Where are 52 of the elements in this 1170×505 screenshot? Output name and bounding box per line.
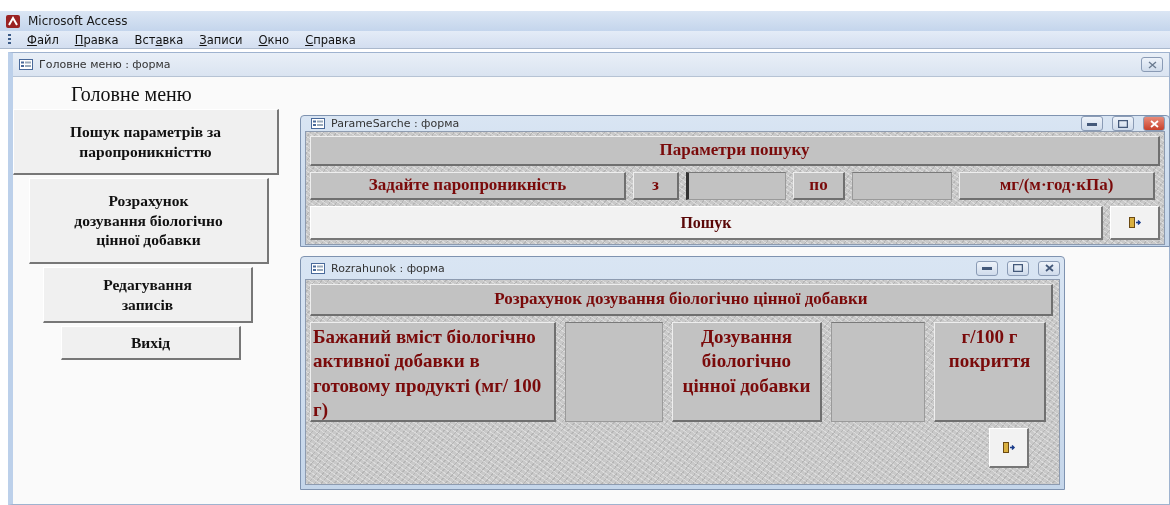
field-label: мг/(м·год·кПа) <box>959 172 1155 200</box>
window-title: ParameSarche : форма <box>331 117 461 130</box>
field-label: по <box>793 172 845 200</box>
maximize-icon <box>1013 264 1023 272</box>
input-field[interactable] <box>565 322 663 422</box>
close-icon <box>1149 119 1159 128</box>
close-icon <box>1147 60 1157 69</box>
input-field[interactable] <box>831 322 925 422</box>
exit-door-icon <box>1127 216 1142 229</box>
menu-button[interactable]: Пошук параметрів за паропроникністтю <box>13 109 279 175</box>
field-label: г/100 г покриття <box>934 322 1046 422</box>
menu-button[interactable]: Редагування записів <box>43 267 253 323</box>
toolbar-grip-icon <box>8 33 11 46</box>
close-button[interactable] <box>1143 116 1165 131</box>
window-title: Головне меню : форма <box>39 58 172 71</box>
close-icon <box>1044 264 1054 272</box>
menu-heading: Головне меню <box>71 83 192 106</box>
menu-button[interactable]: Вихід <box>61 326 241 360</box>
menu-item[interactable]: Правка <box>66 32 127 47</box>
menu-button[interactable]: Розрахунок дозування біологічно цінної добавки <box>29 178 269 264</box>
app-title: Microsoft Access <box>28 14 128 28</box>
maximize-button[interactable] <box>1007 260 1029 276</box>
menu-item[interactable]: Окно <box>250 32 298 47</box>
menu-item[interactable]: Файл <box>19 32 67 47</box>
form-icon <box>311 262 325 274</box>
minimize-button[interactable] <box>976 260 998 276</box>
window-title: Rozrahunok : форма <box>331 261 446 275</box>
field-label: з <box>633 172 679 200</box>
form-icon <box>311 118 325 129</box>
menu-item[interactable]: Справка <box>297 32 364 47</box>
field-label: Бажаний вміст біологічно активної добавки в готовому продукті (мг/ 100 г) <box>310 322 556 422</box>
field-label: Задайте паропроникність <box>310 172 626 200</box>
close-button[interactable] <box>1141 57 1163 72</box>
search-button[interactable]: Пошук <box>310 206 1103 240</box>
close-button[interactable] <box>1038 260 1060 276</box>
form-heading: Розрахунок дозування біологічно цінної добавки <box>310 284 1053 316</box>
field-label: Дозування біологічно цінної добавки <box>672 322 822 422</box>
exit-button[interactable] <box>989 428 1029 468</box>
input-field[interactable] <box>686 172 786 200</box>
app-logo-icon <box>6 14 20 28</box>
exit-door-icon <box>1001 441 1016 454</box>
minimize-button[interactable] <box>1081 116 1103 131</box>
minimize-icon <box>982 266 992 270</box>
form-icon <box>19 59 33 70</box>
menu-item[interactable]: Вставка <box>126 32 192 47</box>
menu-item[interactable]: Записи <box>191 32 251 47</box>
exit-button[interactable] <box>1110 206 1160 240</box>
form-heading: Параметри пошуку <box>310 136 1160 166</box>
maximize-icon <box>1118 119 1128 128</box>
maximize-button[interactable] <box>1112 116 1134 131</box>
minimize-icon <box>1087 121 1097 126</box>
input-field[interactable] <box>852 172 952 200</box>
